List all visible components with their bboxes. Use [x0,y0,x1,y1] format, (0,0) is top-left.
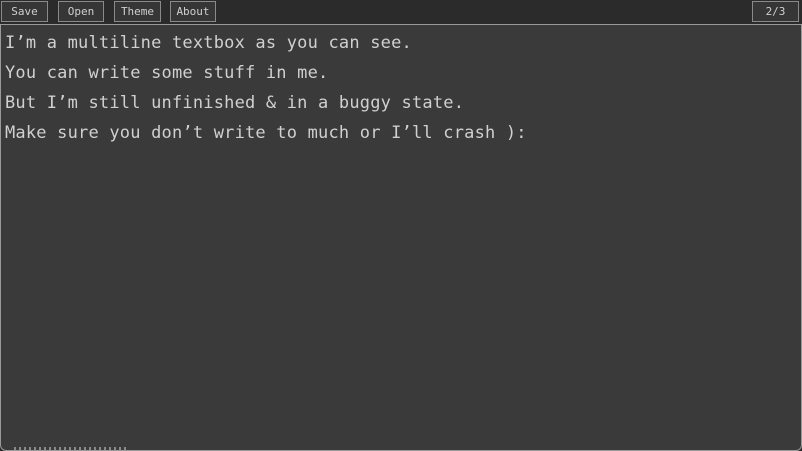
app-window: Save Open Theme About 2/3 I’m a multilin… [0,0,802,451]
open-button[interactable]: Open [58,1,104,22]
status-dots [14,447,128,450]
about-button[interactable]: About [170,1,216,22]
toolbar: Save Open Theme About 2/3 [0,0,802,24]
text-line: But I’m still unfinished & in a buggy st… [5,93,465,113]
text-line: You can write some stuff in me. [5,63,329,83]
page-indicator[interactable]: 2/3 [752,1,799,22]
text-line: I’m a multiline textbox as you can see. [5,33,412,53]
theme-button[interactable]: Theme [114,1,161,22]
save-button[interactable]: Save [1,1,48,22]
text-line: Make sure you don’t write to much or I’l… [5,123,527,143]
multiline-textbox[interactable]: I’m a multiline textbox as you can see. … [0,24,802,451]
